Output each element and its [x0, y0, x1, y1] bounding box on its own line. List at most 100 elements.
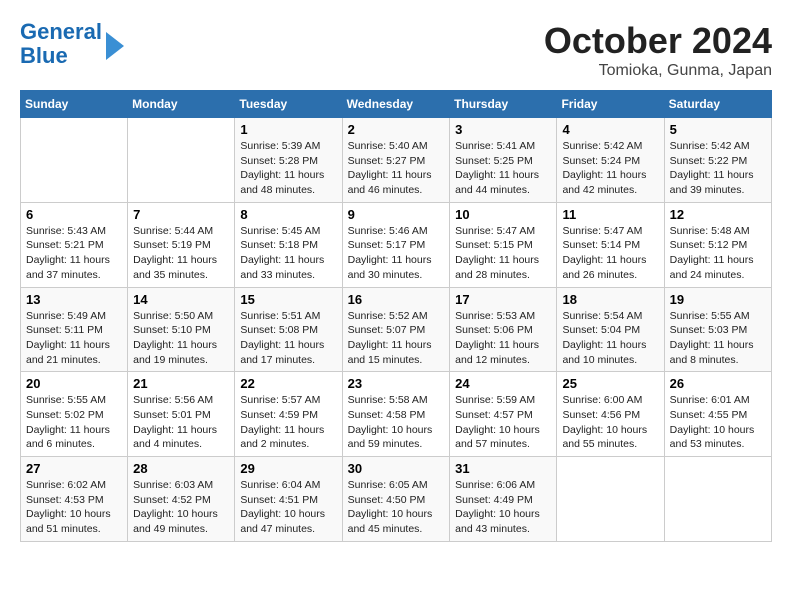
- day-number: 1: [240, 122, 336, 137]
- calendar-cell: 3 Sunrise: 5:41 AM Sunset: 5:25 PM Daylig…: [450, 118, 557, 203]
- calendar-cell: 23Sunrise: 5:58 AM Sunset: 4:58 PM Dayli…: [342, 372, 450, 457]
- weekday-header-friday: Friday: [557, 91, 664, 118]
- day-number: 16: [348, 292, 445, 307]
- day-info: Sunrise: 6:01 AM Sunset: 4:55 PM Dayligh…: [670, 393, 766, 452]
- day-number: 4: [562, 122, 658, 137]
- page-header: General Blue October 2024 Tomioka, Gunma…: [20, 20, 772, 80]
- day-number: 13: [26, 292, 122, 307]
- day-number: 8: [240, 207, 336, 222]
- weekday-header-tuesday: Tuesday: [235, 91, 342, 118]
- day-info: Sunrise: 5:54 AM Sunset: 5:04 PM Dayligh…: [562, 309, 658, 368]
- day-info: Sunrise: 5:48 AM Sunset: 5:12 PM Dayligh…: [670, 224, 766, 283]
- calendar-cell: 6Sunrise: 5:43 AM Sunset: 5:21 PM Daylig…: [21, 202, 128, 287]
- calendar-cell: 8 Sunrise: 5:45 AM Sunset: 5:18 PM Daylig…: [235, 202, 342, 287]
- logo-general: General: [20, 19, 102, 44]
- calendar-cell: 1 Sunrise: 5:39 AM Sunset: 5:28 PM Daylig…: [235, 118, 342, 203]
- day-number: 14: [133, 292, 229, 307]
- weekday-header-monday: Monday: [128, 91, 235, 118]
- day-number: 17: [455, 292, 551, 307]
- page-subtitle: Tomioka, Gunma, Japan: [544, 62, 772, 80]
- day-info: Sunrise: 5:42 AM Sunset: 5:22 PM Dayligh…: [670, 139, 766, 198]
- day-info: Sunrise: 5:39 AM Sunset: 5:28 PM Dayligh…: [240, 139, 336, 198]
- day-info: Sunrise: 6:03 AM Sunset: 4:52 PM Dayligh…: [133, 478, 229, 537]
- day-info: Sunrise: 6:05 AM Sunset: 4:50 PM Dayligh…: [348, 478, 445, 537]
- calendar-cell: 26 Sunrise: 6:01 AM Sunset: 4:55 PM Dayli…: [664, 372, 771, 457]
- calendar-cell: 17 Sunrise: 5:53 AM Sunset: 5:06 PM Dayli…: [450, 287, 557, 372]
- calendar-cell: 15Sunrise: 5:51 AM Sunset: 5:08 PM Dayli…: [235, 287, 342, 372]
- calendar-table: SundayMondayTuesdayWednesdayThursdayFrid…: [20, 90, 772, 542]
- calendar-cell: 2 Sunrise: 5:40 AM Sunset: 5:27 PM Daylig…: [342, 118, 450, 203]
- day-number: 20: [26, 376, 122, 391]
- calendar-week-row: 1 Sunrise: 5:39 AM Sunset: 5:28 PM Daylig…: [21, 118, 772, 203]
- day-number: 29: [240, 461, 336, 476]
- calendar-week-row: 13 Sunrise: 5:49 AM Sunset: 5:11 PM Dayli…: [21, 287, 772, 372]
- day-info: Sunrise: 5:58 AM Sunset: 4:58 PM Dayligh…: [348, 393, 445, 452]
- day-number: 3: [455, 122, 551, 137]
- day-number: 28: [133, 461, 229, 476]
- logo-arrow-icon: [106, 32, 124, 60]
- weekday-header-saturday: Saturday: [664, 91, 771, 118]
- logo: General Blue: [20, 20, 124, 68]
- calendar-cell: 9 Sunrise: 5:46 AM Sunset: 5:17 PM Daylig…: [342, 202, 450, 287]
- calendar-cell: 7Sunrise: 5:44 AM Sunset: 5:19 PM Daylig…: [128, 202, 235, 287]
- calendar-cell: 31Sunrise: 6:06 AM Sunset: 4:49 PM Dayli…: [450, 457, 557, 542]
- day-info: Sunrise: 5:55 AM Sunset: 5:02 PM Dayligh…: [26, 393, 122, 452]
- calendar-cell: 21 Sunrise: 5:56 AM Sunset: 5:01 PM Dayli…: [128, 372, 235, 457]
- calendar-cell: 12 Sunrise: 5:48 AM Sunset: 5:12 PM Dayli…: [664, 202, 771, 287]
- day-info: Sunrise: 5:52 AM Sunset: 5:07 PM Dayligh…: [348, 309, 445, 368]
- calendar-cell: [21, 118, 128, 203]
- day-info: Sunrise: 5:46 AM Sunset: 5:17 PM Dayligh…: [348, 224, 445, 283]
- calendar-cell: 14 Sunrise: 5:50 AM Sunset: 5:10 PM Dayli…: [128, 287, 235, 372]
- day-number: 27: [26, 461, 122, 476]
- day-number: 10: [455, 207, 551, 222]
- day-number: 11: [562, 207, 658, 222]
- day-info: Sunrise: 5:53 AM Sunset: 5:06 PM Dayligh…: [455, 309, 551, 368]
- day-info: Sunrise: 5:41 AM Sunset: 5:25 PM Dayligh…: [455, 139, 551, 198]
- calendar-cell: 18Sunrise: 5:54 AM Sunset: 5:04 PM Dayli…: [557, 287, 664, 372]
- day-number: 2: [348, 122, 445, 137]
- calendar-cell: 10Sunrise: 5:47 AM Sunset: 5:15 PM Dayli…: [450, 202, 557, 287]
- logo-text: General Blue: [20, 20, 102, 68]
- day-number: 24: [455, 376, 551, 391]
- calendar-cell: [557, 457, 664, 542]
- calendar-cell: 11 Sunrise: 5:47 AM Sunset: 5:14 PM Dayli…: [557, 202, 664, 287]
- day-info: Sunrise: 5:49 AM Sunset: 5:11 PM Dayligh…: [26, 309, 122, 368]
- day-number: 19: [670, 292, 766, 307]
- calendar-cell: 24 Sunrise: 5:59 AM Sunset: 4:57 PM Dayli…: [450, 372, 557, 457]
- day-number: 25: [562, 376, 658, 391]
- day-info: Sunrise: 5:40 AM Sunset: 5:27 PM Dayligh…: [348, 139, 445, 198]
- calendar-cell: [664, 457, 771, 542]
- weekday-header-sunday: Sunday: [21, 91, 128, 118]
- calendar-cell: 29Sunrise: 6:04 AM Sunset: 4:51 PM Dayli…: [235, 457, 342, 542]
- day-info: Sunrise: 5:47 AM Sunset: 5:14 PM Dayligh…: [562, 224, 658, 283]
- day-info: Sunrise: 6:00 AM Sunset: 4:56 PM Dayligh…: [562, 393, 658, 452]
- day-info: Sunrise: 5:50 AM Sunset: 5:10 PM Dayligh…: [133, 309, 229, 368]
- weekday-header-thursday: Thursday: [450, 91, 557, 118]
- day-info: Sunrise: 5:57 AM Sunset: 4:59 PM Dayligh…: [240, 393, 336, 452]
- weekday-header-row: SundayMondayTuesdayWednesdayThursdayFrid…: [21, 91, 772, 118]
- calendar-cell: 5 Sunrise: 5:42 AM Sunset: 5:22 PM Daylig…: [664, 118, 771, 203]
- calendar-week-row: 20 Sunrise: 5:55 AM Sunset: 5:02 PM Dayli…: [21, 372, 772, 457]
- calendar-cell: 19 Sunrise: 5:55 AM Sunset: 5:03 PM Dayli…: [664, 287, 771, 372]
- page-title: October 2024: [544, 20, 772, 62]
- day-number: 9: [348, 207, 445, 222]
- day-number: 12: [670, 207, 766, 222]
- day-info: Sunrise: 5:55 AM Sunset: 5:03 PM Dayligh…: [670, 309, 766, 368]
- day-number: 7: [133, 207, 229, 222]
- weekday-header-wednesday: Wednesday: [342, 91, 450, 118]
- day-number: 5: [670, 122, 766, 137]
- calendar-cell: 4 Sunrise: 5:42 AM Sunset: 5:24 PM Daylig…: [557, 118, 664, 203]
- calendar-cell: [128, 118, 235, 203]
- day-info: Sunrise: 5:42 AM Sunset: 5:24 PM Dayligh…: [562, 139, 658, 198]
- day-number: 26: [670, 376, 766, 391]
- day-info: Sunrise: 5:59 AM Sunset: 4:57 PM Dayligh…: [455, 393, 551, 452]
- day-number: 21: [133, 376, 229, 391]
- day-info: Sunrise: 5:51 AM Sunset: 5:08 PM Dayligh…: [240, 309, 336, 368]
- day-number: 30: [348, 461, 445, 476]
- day-number: 31: [455, 461, 551, 476]
- day-number: 22: [240, 376, 336, 391]
- day-info: Sunrise: 5:45 AM Sunset: 5:18 PM Dayligh…: [240, 224, 336, 283]
- calendar-cell: 22 Sunrise: 5:57 AM Sunset: 4:59 PM Dayli…: [235, 372, 342, 457]
- day-info: Sunrise: 5:56 AM Sunset: 5:01 PM Dayligh…: [133, 393, 229, 452]
- calendar-cell: 30 Sunrise: 6:05 AM Sunset: 4:50 PM Dayli…: [342, 457, 450, 542]
